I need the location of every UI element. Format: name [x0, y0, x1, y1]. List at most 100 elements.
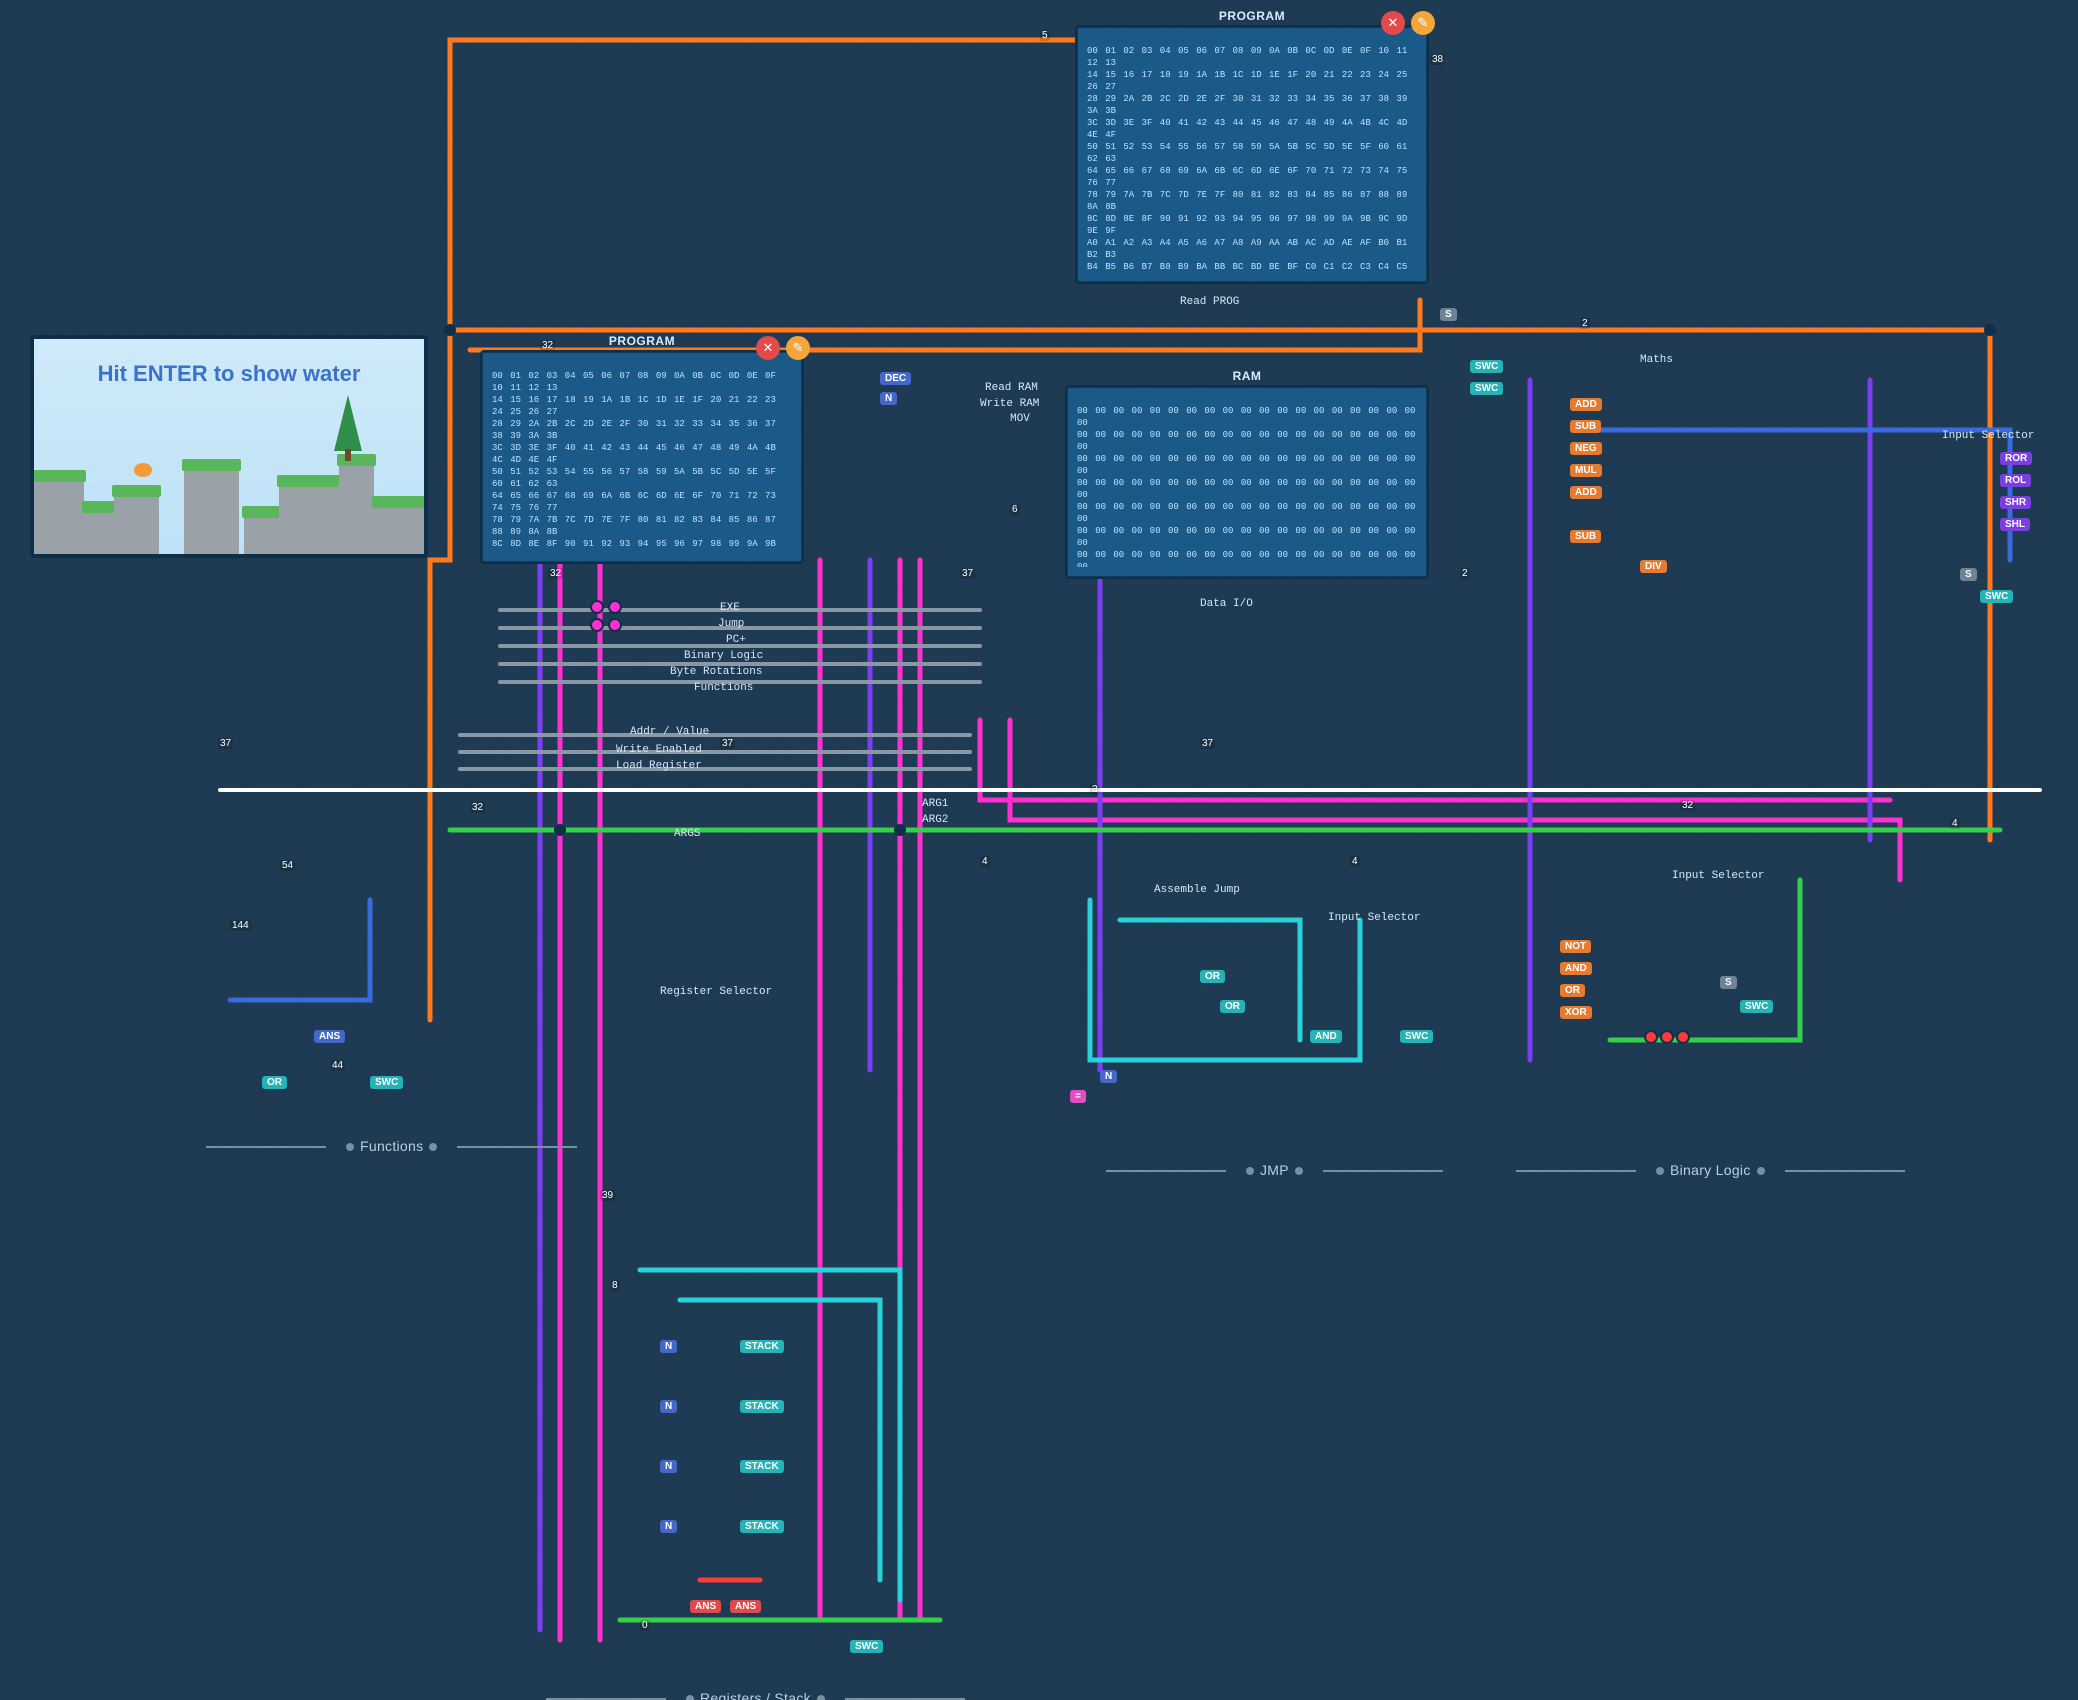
- bus-label: Input Selector: [1942, 430, 2034, 442]
- edit-button[interactable]: ✎: [786, 336, 810, 360]
- chip-mul[interactable]: MUL: [1570, 464, 1602, 477]
- bus-label: Write RAM: [980, 398, 1039, 410]
- program-panel-top[interactable]: PROGRAM ✕ ✎ 00 01 02 03 04 05 06 07 08 0…: [1075, 25, 1429, 284]
- chip-ror[interactable]: ROR: [2000, 452, 2032, 465]
- chip-dec[interactable]: DEC: [880, 372, 911, 385]
- chip-sub[interactable]: SUB: [1570, 420, 1601, 433]
- bus-label: Load Register: [616, 760, 702, 772]
- chip-add[interactable]: ADD: [1570, 398, 1602, 411]
- pencil-icon: ✎: [1418, 15, 1429, 31]
- chip-stack[interactable]: STACK: [740, 1460, 784, 1473]
- chip-xor[interactable]: XOR: [1560, 1006, 1592, 1019]
- game-preview: Hit ENTER to show water: [30, 335, 428, 558]
- chip-swc[interactable]: SWC: [850, 1640, 883, 1653]
- wire-number: 37: [960, 568, 975, 579]
- bus-label: Data I/O: [1200, 598, 1253, 610]
- chip-stack[interactable]: STACK: [740, 1520, 784, 1533]
- close-icon: ✕: [763, 340, 774, 356]
- bus-label: Binary Logic: [684, 650, 763, 662]
- game-message: Hit ENTER to show water: [34, 361, 424, 387]
- chip-n[interactable]: N: [660, 1460, 677, 1473]
- chip-shl[interactable]: SHL: [2000, 518, 2030, 531]
- bus-label: EXE: [720, 602, 740, 614]
- chip-s[interactable]: S: [1960, 568, 1977, 581]
- chip-swc[interactable]: SWC: [1470, 360, 1503, 373]
- panel-title: PROGRAM: [609, 334, 675, 348]
- delete-button[interactable]: ✕: [1381, 11, 1405, 35]
- chip-swc[interactable]: SWC: [1400, 1030, 1433, 1043]
- wire-number: 4: [980, 856, 990, 867]
- wire-number: 3: [1090, 784, 1100, 795]
- bus-label: Maths: [1640, 354, 1673, 366]
- panel-title: RAM: [1233, 369, 1262, 383]
- chip-swc[interactable]: SWC: [1980, 590, 2013, 603]
- chip-ans[interactable]: ANS: [730, 1600, 761, 1613]
- chip-or[interactable]: OR: [262, 1076, 287, 1089]
- chip-neg[interactable]: NEG: [1570, 442, 1602, 455]
- chip-add[interactable]: ADD: [1570, 486, 1602, 499]
- chip-ans[interactable]: ANS: [690, 1600, 721, 1613]
- bus-label: Jump: [718, 618, 744, 630]
- bus-label: MOV: [1010, 413, 1030, 425]
- chip-sub[interactable]: SUB: [1570, 530, 1601, 543]
- wire-number: 37: [218, 738, 233, 749]
- wire-number: 39: [600, 1190, 615, 1201]
- chip-or[interactable]: OR: [1560, 984, 1585, 997]
- chip-or[interactable]: OR: [1200, 970, 1225, 983]
- section-label-jmp: JMP: [1240, 1162, 1309, 1178]
- wire-number: 2: [1580, 318, 1590, 329]
- chip-n[interactable]: N: [1100, 1070, 1117, 1083]
- chip-shr[interactable]: SHR: [2000, 496, 2031, 509]
- wire-number: 32: [1680, 800, 1695, 811]
- delete-button[interactable]: ✕: [756, 336, 780, 360]
- bus-label: PC+: [726, 634, 746, 646]
- chip-stack[interactable]: STACK: [740, 1340, 784, 1353]
- chip-eq[interactable]: =: [1070, 1090, 1086, 1103]
- panel-title: PROGRAM: [1219, 9, 1285, 23]
- wire-number: 2: [1460, 568, 1470, 579]
- chip-swc[interactable]: SWC: [1470, 382, 1503, 395]
- bus-label: Byte Rotations: [670, 666, 762, 678]
- chip-s[interactable]: S: [1440, 308, 1457, 321]
- wire-number: 8: [610, 1280, 620, 1291]
- program-panel-left[interactable]: PROGRAM ✕ ✎ 00 01 02 03 04 05 06 07 08 0…: [480, 350, 804, 564]
- chip-rol[interactable]: ROL: [2000, 474, 2031, 487]
- chip-div[interactable]: DIV: [1640, 560, 1667, 573]
- pencil-icon: ✎: [793, 340, 804, 356]
- chip-ans[interactable]: ANS: [314, 1030, 345, 1043]
- chip-not[interactable]: NOT: [1560, 940, 1591, 953]
- section-label-functions: Functions: [340, 1138, 443, 1154]
- bus-label: Input Selector: [1672, 870, 1764, 882]
- section-label-binarylogic: Binary Logic: [1650, 1162, 1771, 1178]
- wire-number: 0: [640, 1620, 650, 1631]
- wire-number: 4: [1350, 856, 1360, 867]
- chip-n[interactable]: N: [660, 1400, 677, 1413]
- chip-swc[interactable]: SWC: [370, 1076, 403, 1089]
- bus-label: Input Selector: [1328, 912, 1420, 924]
- chip-s[interactable]: S: [1720, 976, 1737, 989]
- ram-panel[interactable]: RAM 00 00 00 00 00 00 00 00 00 00 00 00 …: [1065, 385, 1429, 579]
- chip-n[interactable]: N: [880, 392, 897, 405]
- chip-swc[interactable]: SWC: [1740, 1000, 1773, 1013]
- chip-n[interactable]: N: [660, 1340, 677, 1353]
- hex-grid-left: 00 01 02 03 04 05 06 07 08 09 0A 0B 0C 0…: [492, 370, 792, 552]
- hex-grid-top: 00 01 02 03 04 05 06 07 08 09 0A 0B 0C 0…: [1087, 45, 1417, 272]
- bus-label: Read RAM: [985, 382, 1038, 394]
- wire-number: 6: [1010, 504, 1020, 515]
- edit-button[interactable]: ✎: [1411, 11, 1435, 35]
- hex-grid-ram: 00 00 00 00 00 00 00 00 00 00 00 00 00 0…: [1077, 405, 1417, 567]
- chip-or[interactable]: OR: [1220, 1000, 1245, 1013]
- bus-label: Assemble Jump: [1154, 884, 1240, 896]
- chip-stack[interactable]: STACK: [740, 1400, 784, 1413]
- bus-label: Write Enabled: [616, 744, 702, 756]
- chip-and[interactable]: AND: [1310, 1030, 1342, 1043]
- chip-n[interactable]: N: [660, 1520, 677, 1533]
- wire-number: 37: [1200, 738, 1215, 749]
- bus-label: Read PROG: [1180, 296, 1239, 308]
- bus-label: ARG1: [922, 798, 948, 810]
- wire-number: 37: [720, 738, 735, 749]
- chip-and[interactable]: AND: [1560, 962, 1592, 975]
- bus-label: Addr / Value: [630, 726, 709, 738]
- bus-label: Functions: [694, 682, 753, 694]
- wire-number: 44: [330, 1060, 345, 1071]
